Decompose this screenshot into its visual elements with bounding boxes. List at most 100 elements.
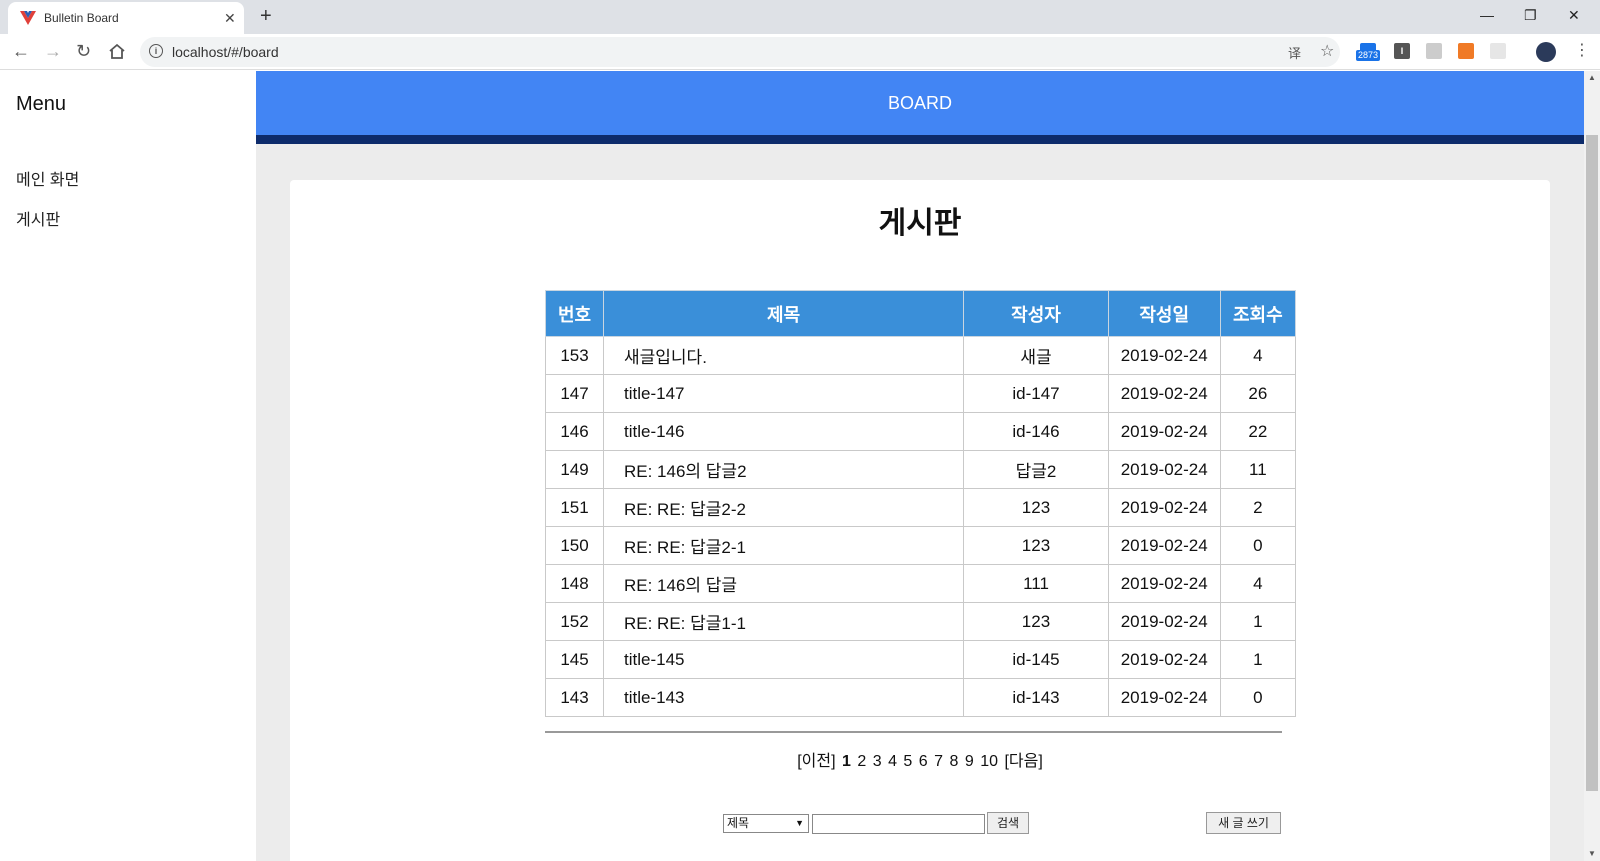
pagination: [이전] 1 2 3 4 5 6 7 8 9 10 [다음] — [290, 747, 1550, 771]
header-divider — [256, 135, 1584, 144]
page-link[interactable]: 4 — [888, 753, 897, 770]
post-title-link[interactable]: RE: RE: 답글2-2 — [602, 488, 965, 527]
page-link[interactable]: 10 — [980, 753, 998, 770]
post-author: 123 — [963, 602, 1109, 641]
post-author: id-146 — [963, 412, 1109, 451]
post-number: 143 — [545, 678, 604, 717]
close-window-icon[interactable]: ✕ — [1568, 6, 1580, 24]
post-title-link[interactable]: title-147 — [602, 374, 965, 413]
post-views: 0 — [1219, 526, 1297, 565]
scroll-thumb[interactable] — [1586, 135, 1598, 791]
info-icon[interactable]: i — [149, 44, 163, 58]
table-row[interactable]: 143 title-143 id-143 2019-02-24 0 — [545, 678, 1297, 717]
post-date: 2019-02-24 — [1107, 412, 1221, 451]
column-header: 번호 — [545, 290, 604, 337]
post-number: 152 — [545, 602, 604, 641]
new-tab-icon[interactable]: + — [260, 4, 272, 28]
post-number: 149 — [545, 450, 604, 489]
post-author: 답글2 — [963, 450, 1109, 489]
more-menu-icon[interactable]: ⋮ — [1574, 40, 1590, 60]
vue-logo-icon — [20, 11, 36, 25]
post-author: id-147 — [963, 374, 1109, 413]
table-row[interactable]: 147 title-147 id-147 2019-02-24 26 — [545, 374, 1297, 413]
post-date: 2019-02-24 — [1107, 678, 1221, 717]
post-number: 145 — [545, 640, 604, 679]
page-link-current[interactable]: 1 — [842, 753, 851, 770]
page-link[interactable]: 2 — [857, 753, 866, 770]
browser-tab[interactable]: Bulletin Board ✕ — [8, 2, 244, 34]
back-icon[interactable]: ← — [12, 41, 30, 61]
column-header: 작성일 — [1107, 290, 1221, 337]
table-row[interactable]: 150 RE: RE: 답글2-1 123 2019-02-24 0 — [545, 526, 1297, 565]
browser-tab-bar: Bulletin Board ✕ + — ❐ ✕ — [0, 0, 1600, 34]
search-input[interactable] — [812, 814, 985, 834]
post-date: 2019-02-24 — [1107, 488, 1221, 527]
home-icon[interactable] — [108, 43, 126, 60]
post-title-link[interactable]: RE: 146의 답글2 — [602, 450, 965, 489]
post-title-link[interactable]: title-146 — [602, 412, 965, 451]
extension-icon[interactable] — [1490, 43, 1506, 59]
search-button[interactable]: 검색 — [987, 812, 1029, 834]
page-link[interactable]: 3 — [873, 753, 882, 770]
post-date: 2019-02-24 — [1107, 374, 1221, 413]
dropdown-arrow-icon: ▼ — [795, 818, 804, 828]
page-link[interactable]: 8 — [950, 753, 959, 770]
post-title-link[interactable]: RE: RE: 답글1-1 — [602, 602, 965, 641]
extension-icon[interactable] — [1458, 43, 1474, 59]
minimize-icon[interactable]: — — [1480, 6, 1494, 24]
write-post-button[interactable]: 새 글 쓰기 — [1206, 812, 1281, 834]
post-title-link[interactable]: title-143 — [602, 678, 965, 717]
page-link[interactable]: 6 — [919, 753, 928, 770]
table-header-row: 번호 제목 작성자 작성일 조회수 — [545, 290, 1297, 337]
table-row[interactable]: 149 RE: 146의 답글2 답글2 2019-02-24 11 — [545, 450, 1297, 489]
page-link[interactable]: 7 — [934, 753, 943, 770]
post-views: 2 — [1219, 488, 1297, 527]
post-title-link[interactable]: title-145 — [602, 640, 965, 679]
board-table: 번호 제목 작성자 작성일 조회수 153 새글입니다. 새글 2019-02-24 4… — [545, 290, 1297, 717]
reload-icon[interactable]: ↻ — [76, 41, 91, 61]
post-number: 150 — [545, 526, 604, 565]
post-title-link[interactable]: RE: 146의 답글 — [602, 564, 965, 603]
table-row[interactable]: 146 title-146 id-146 2019-02-24 22 — [545, 412, 1297, 451]
post-views: 26 — [1219, 374, 1297, 413]
scroll-down-icon[interactable]: ▼ — [1588, 849, 1596, 858]
profile-avatar-icon[interactable] — [1536, 42, 1556, 62]
tab-close-icon[interactable]: ✕ — [224, 8, 236, 28]
post-title-link[interactable]: RE: RE: 답글2-1 — [602, 526, 965, 565]
post-views: 4 — [1219, 336, 1297, 375]
page-scrollbar[interactable]: ▲ ▼ — [1584, 71, 1600, 861]
scroll-up-icon[interactable]: ▲ — [1588, 73, 1596, 82]
post-date: 2019-02-24 — [1107, 564, 1221, 603]
column-header: 제목 — [602, 290, 965, 337]
translate-icon[interactable]: 译 — [1288, 43, 1301, 62]
address-bar[interactable]: i localhost/#/board — [140, 37, 1340, 67]
table-row[interactable]: 151 RE: RE: 답글2-2 123 2019-02-24 2 — [545, 488, 1297, 527]
browser-toolbar: ← → ↻ i localhost/#/board 译 ☆ 2873 I ⋮ — [0, 34, 1600, 70]
search-field-select[interactable]: 제목 ▼ — [723, 814, 809, 833]
table-row[interactable]: 152 RE: RE: 답글1-1 123 2019-02-24 1 — [545, 602, 1297, 641]
post-author: 새글 — [963, 336, 1109, 375]
post-author: 123 — [963, 488, 1109, 527]
extension-icon[interactable] — [1426, 43, 1442, 59]
post-author: id-143 — [963, 678, 1109, 717]
table-row[interactable]: 145 title-145 id-145 2019-02-24 1 — [545, 640, 1297, 679]
sidebar-item-main[interactable]: 메인 화면 — [16, 166, 79, 190]
post-views: 1 — [1219, 602, 1297, 641]
post-date: 2019-02-24 — [1107, 602, 1221, 641]
bookmark-star-icon[interactable]: ☆ — [1320, 41, 1334, 61]
table-row[interactable]: 148 RE: 146의 답글 111 2019-02-24 4 — [545, 564, 1297, 603]
extension-icon[interactable]: I — [1394, 43, 1410, 59]
table-row[interactable]: 153 새글입니다. 새글 2019-02-24 4 — [545, 336, 1297, 375]
post-number: 153 — [545, 336, 604, 375]
sidebar-item-board[interactable]: 게시판 — [16, 206, 60, 230]
url-text: localhost/#/board — [172, 44, 279, 60]
post-title-link[interactable]: 새글입니다. — [602, 336, 965, 375]
post-views: 22 — [1219, 412, 1297, 451]
prev-page-link[interactable]: [이전] — [797, 753, 835, 770]
forward-icon[interactable]: → — [44, 41, 62, 61]
page-link[interactable]: 9 — [965, 753, 974, 770]
post-views: 11 — [1219, 450, 1297, 489]
restore-icon[interactable]: ❐ — [1524, 6, 1537, 24]
page-link[interactable]: 5 — [903, 753, 912, 770]
next-page-link[interactable]: [다음] — [1004, 753, 1042, 770]
